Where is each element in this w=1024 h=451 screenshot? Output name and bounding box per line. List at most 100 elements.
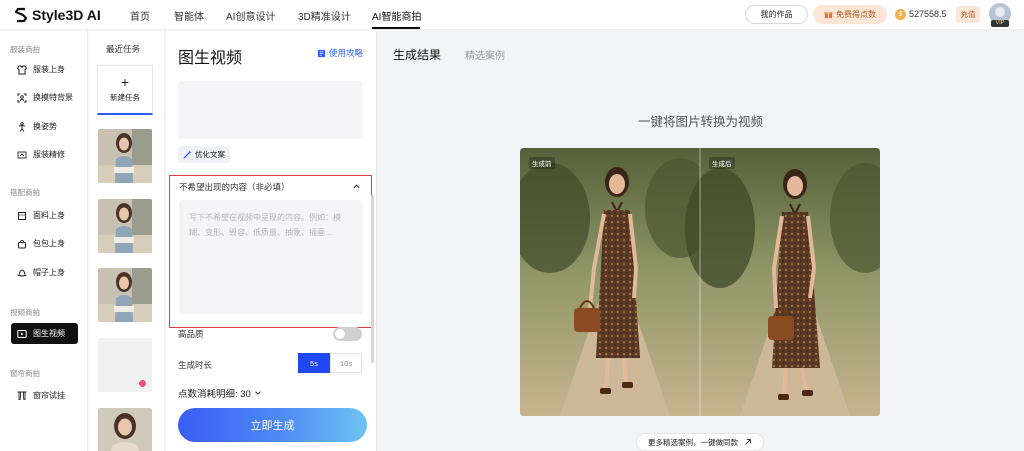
more-featured-cases-button[interactable]: 更多精选案例，一键做同款: [636, 433, 764, 451]
task-thumbnail[interactable]: [98, 129, 152, 183]
nav-active-underline: [372, 27, 420, 29]
retouch-icon: [17, 151, 27, 158]
before-after-showcase: 生成前 生成后: [520, 148, 880, 416]
nav-agent[interactable]: 智能体: [174, 8, 204, 23]
negative-prompt-input[interactable]: [179, 200, 363, 314]
book-icon: [317, 49, 326, 57]
scan-person-icon: [17, 93, 27, 102]
nav-home[interactable]: 首页: [130, 8, 150, 23]
high-quality-toggle[interactable]: [333, 327, 362, 341]
sidebar-item-label: 换模特背景: [33, 93, 73, 102]
free-points-button[interactable]: 免费得点数: [813, 5, 887, 24]
sidebar-item-fabric-onbody[interactable]: 面料上身: [11, 205, 78, 226]
result-area: 生成结果 精选案例 一键将图片转换为视频 生成前 生成后 更多精选案例，一键做同…: [377, 31, 1024, 451]
sidebar-item-label: 图生视频: [33, 329, 65, 338]
sidebar-item-label: 服装上身: [33, 65, 65, 74]
high-quality-label: 高品质: [178, 329, 204, 339]
task-thumbnail-processing[interactable]: [98, 338, 152, 392]
sidebar-item-image-to-video[interactable]: 图生视频: [11, 323, 78, 344]
fabric-icon: [18, 211, 26, 220]
status-dot-icon: [138, 379, 147, 388]
sidebar-item-label: 帽子上身: [33, 268, 65, 277]
new-task-label: 新建任务: [110, 93, 140, 102]
model-photo-thumbnail: [98, 129, 152, 183]
chevron-up-icon[interactable]: [352, 182, 361, 191]
panel-scrollbar[interactable]: [371, 195, 374, 363]
optimize-text-button[interactable]: 优化文案: [178, 146, 230, 163]
recent-tasks-title: 最近任务: [106, 44, 141, 54]
negative-prompt-label: 不希望出现的内容（非必填）: [179, 182, 290, 192]
points-balance: 527558.5: [909, 9, 947, 19]
brand-logo-text: Style3D AI: [32, 7, 101, 23]
shirt-icon: [17, 65, 27, 74]
points-cost-label: 点数消耗明细: 30: [178, 389, 251, 400]
tab-featured-cases[interactable]: 精选案例: [465, 47, 505, 62]
gift-icon: [824, 12, 833, 19]
chevron-down-icon: [255, 391, 261, 395]
recent-tasks-column: 最近任务 + 新建任务: [89, 31, 165, 451]
task-thumbnail[interactable]: [98, 408, 152, 451]
new-task-button[interactable]: + 新建任务: [97, 65, 153, 115]
before-after-model-photo: [520, 148, 880, 416]
sidebar-item-change-model-bg[interactable]: 换模特背景: [11, 87, 78, 108]
nav-ai-creative-design[interactable]: AI创意设计: [226, 8, 275, 23]
result-headline: 一键将图片转换为视频: [637, 115, 763, 129]
sidebar-item-apparel-retouch[interactable]: 服装精修: [11, 144, 78, 165]
negative-prompt-section: 不希望出现的内容（非必填）: [169, 175, 372, 328]
style3d-logo-icon: [14, 7, 28, 23]
usage-guide-label: 使用攻略: [329, 48, 364, 58]
duration-option-10s[interactable]: 10s: [330, 353, 362, 373]
sidebar-item-label: 包包上身: [33, 239, 65, 248]
left-sidebar: 服装商拍 服装上身 换模特背景 换姿势 服装精修 搭配商拍 面料上身 包包上身 …: [0, 31, 88, 451]
free-points-label: 免费得点数: [836, 10, 876, 19]
page-title: 图生视频: [178, 50, 243, 67]
top-navigation: Style3D AI 首页 智能体 AI创意设计 3D精准设计 AI智能商拍 我…: [0, 0, 1024, 30]
sidebar-item-change-pose[interactable]: 换姿势: [11, 116, 78, 137]
sidebar-item-bag-onbody[interactable]: 包包上身: [11, 233, 78, 254]
plus-icon: +: [120, 74, 130, 90]
duration-label: 生成时长: [178, 360, 213, 370]
recharge-button[interactable]: 充值: [956, 6, 980, 23]
task-thumbnail[interactable]: [98, 199, 152, 253]
settings-panel: 图生视频 使用攻略 优化文案 不希望出现的内容（非必填） 高品质 生成时长 5s…: [166, 31, 376, 451]
sidebar-item-label: 面料上身: [33, 211, 65, 220]
sidebar-group-apparel: 服装商拍: [10, 45, 40, 54]
more-featured-cases-label: 更多精选案例，一键做同款: [648, 437, 738, 447]
after-badge: 生成后: [709, 157, 735, 169]
sidebar-item-hat-onbody[interactable]: 帽子上身: [11, 262, 78, 283]
sidebar-item-label: 窗帘试挂: [33, 391, 65, 400]
prompt-input[interactable]: [178, 81, 362, 139]
magic-wand-icon: [183, 150, 192, 159]
points-cost-detail[interactable]: 点数消耗明细: 30: [178, 386, 262, 400]
vip-badge: VIP: [991, 20, 1009, 27]
coin-icon: $: [895, 9, 906, 20]
sidebar-item-curtain-tryon[interactable]: 窗帘试挂: [11, 385, 78, 406]
hat-icon: [17, 268, 27, 276]
nav-ai-smart-shoot[interactable]: AI智能商拍: [372, 8, 421, 23]
nav-3d-precise-design[interactable]: 3D精准设计: [298, 8, 351, 23]
sidebar-group-matching: 搭配商拍: [10, 188, 40, 197]
arrow-up-right-icon: [745, 439, 751, 445]
pose-icon: [18, 121, 26, 132]
brand-logo[interactable]: Style3D AI: [14, 6, 101, 24]
model-photo-thumbnail: [98, 199, 152, 253]
sidebar-item-apparel-onbody[interactable]: 服装上身: [11, 59, 78, 80]
curtain-icon: [17, 391, 27, 400]
task-thumbnail[interactable]: [98, 268, 152, 322]
sidebar-group-curtain: 窗帘商拍: [10, 369, 40, 378]
usage-guide-link[interactable]: 使用攻略: [317, 47, 363, 59]
model-photo-thumbnail: [98, 268, 152, 322]
tab-generated-results[interactable]: 生成结果: [393, 46, 441, 63]
generate-now-button[interactable]: 立即生成: [178, 408, 367, 442]
duration-option-5s[interactable]: 5s: [298, 353, 330, 373]
model-photo-thumbnail: [98, 408, 152, 451]
optimize-text-label: 优化文案: [195, 150, 225, 159]
sidebar-item-label: 换姿势: [33, 122, 57, 131]
duration-selector: 5s 10s: [298, 353, 362, 373]
bag-icon: [18, 239, 26, 248]
my-works-button[interactable]: 我的作品: [745, 5, 808, 24]
sidebar-item-label: 服装精修: [33, 150, 65, 159]
before-badge: 生成前: [529, 157, 555, 169]
play-video-icon: [17, 329, 27, 338]
sidebar-group-video: 视频商拍: [10, 308, 40, 317]
